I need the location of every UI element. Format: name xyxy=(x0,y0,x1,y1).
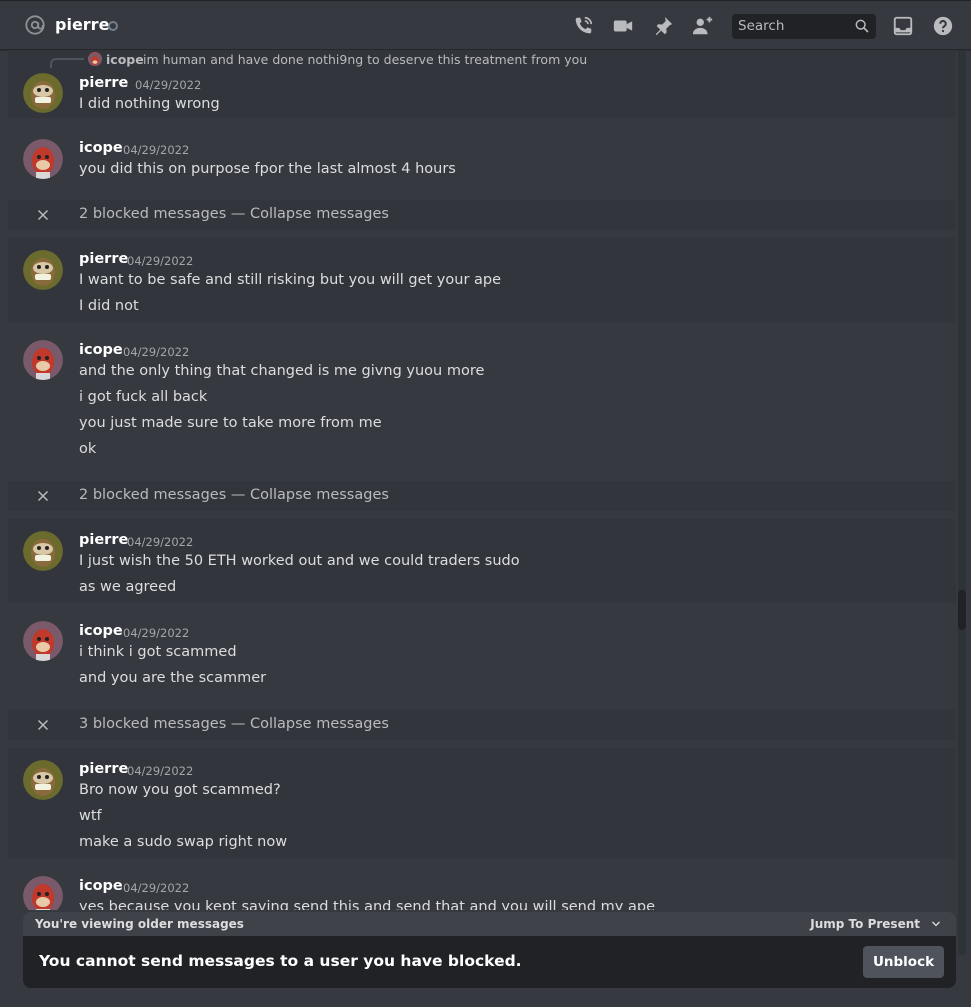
older-messages-label: You're viewing older messages xyxy=(35,917,244,931)
blocked-messages-label: 2 blocked messages — Collapse messages xyxy=(79,487,389,503)
message-group: icope 04/29/2022 and the only thing that… xyxy=(8,330,956,470)
blocked-count: 2 blocked messages xyxy=(79,206,227,222)
message-group: icope 04/29/2022 you did this on purpose… xyxy=(8,130,956,188)
message-text: ok xyxy=(79,441,97,457)
search-placeholder: Search xyxy=(738,18,785,34)
message-timestamp: 04/29/2022 xyxy=(123,143,190,157)
avatar[interactable] xyxy=(23,760,63,800)
reply-avatar[interactable] xyxy=(88,52,102,66)
message-group: pierre 04/29/2022 Bro now you got scamme… xyxy=(8,748,956,858)
add-friend-icon[interactable] xyxy=(692,15,714,37)
message-author[interactable]: icope xyxy=(79,878,123,894)
jump-to-present-button[interactable]: Jump To Present xyxy=(810,917,920,931)
avatar[interactable] xyxy=(23,73,63,113)
message-text: wtf xyxy=(79,808,102,824)
search-icon xyxy=(855,19,869,33)
blocked-messages-bar[interactable]: 2 blocked messages — Collapse messages xyxy=(8,200,956,230)
message-text: as we agreed xyxy=(79,579,177,595)
message-author[interactable]: icope xyxy=(79,623,123,639)
separator: — xyxy=(226,487,250,503)
avatar[interactable] xyxy=(23,876,63,910)
message-text: and the only thing that changed is me gi… xyxy=(79,363,485,379)
blocked-composer: You cannot send messages to a user you h… xyxy=(23,936,956,988)
message-group: icope 04/29/2022 i think i got scammed a… xyxy=(8,611,956,701)
scrollbar-thumb[interactable] xyxy=(958,590,966,630)
chevron-down-icon[interactable] xyxy=(930,918,942,930)
blocked-messages-bar[interactable]: 2 blocked messages — Collapse messages xyxy=(8,481,956,511)
close-icon[interactable] xyxy=(34,487,52,505)
pin-icon[interactable] xyxy=(652,15,674,37)
message-author[interactable]: pierre xyxy=(79,532,128,548)
reply-author[interactable]: icope xyxy=(106,52,144,67)
message-author[interactable]: icope xyxy=(79,342,123,358)
search-input[interactable]: Search xyxy=(732,14,876,39)
message-timestamp: 04/29/2022 xyxy=(135,78,202,92)
message-text: yes because you kept saying send this an… xyxy=(79,899,655,910)
channel-header: pierre Search xyxy=(0,0,971,50)
avatar[interactable] xyxy=(23,139,63,179)
blocked-count: 3 blocked messages xyxy=(79,716,227,732)
message-group: pierre 04/29/2022 I want to be safe and … xyxy=(8,238,956,322)
message-timestamp: 04/29/2022 xyxy=(123,626,190,640)
unblock-button[interactable]: Unblock xyxy=(863,946,944,978)
reply-spine xyxy=(50,58,84,68)
older-messages-bar: You're viewing older messages Jump To Pr… xyxy=(23,912,956,937)
message-text: i think i got scammed xyxy=(79,644,237,660)
avatar[interactable] xyxy=(23,621,63,661)
separator: — xyxy=(226,716,250,732)
separator: — xyxy=(226,206,250,222)
message-author[interactable]: pierre xyxy=(79,251,128,267)
blocked-messages-label: 3 blocked messages — Collapse messages xyxy=(79,716,389,732)
avatar[interactable] xyxy=(23,340,63,380)
message-group: pierre 04/29/2022 I just wish the 50 ETH… xyxy=(8,519,956,603)
inbox-icon[interactable] xyxy=(892,15,914,37)
channel-title: pierre xyxy=(55,15,110,34)
message-timestamp: 04/29/2022 xyxy=(123,345,190,359)
offline-status-icon xyxy=(108,21,118,31)
phone-call-icon[interactable] xyxy=(572,15,594,37)
message-text: and you are the scammer xyxy=(79,670,267,686)
message-timestamp: 04/29/2022 xyxy=(127,254,194,268)
scrollbar-track[interactable] xyxy=(958,50,966,955)
message-timestamp: 04/29/2022 xyxy=(127,535,194,549)
message-text: I just wish the 50 ETH worked out and we… xyxy=(79,553,520,569)
blocked-messages-bar[interactable]: 3 blocked messages — Collapse messages xyxy=(8,710,956,740)
collapse-messages-link[interactable]: Collapse messages xyxy=(250,716,389,732)
avatar[interactable] xyxy=(23,250,63,290)
message-author[interactable]: pierre xyxy=(79,75,128,91)
blocked-messages-label: 2 blocked messages — Collapse messages xyxy=(79,206,389,222)
message-text: make a sudo swap right now xyxy=(79,834,288,850)
close-icon[interactable] xyxy=(34,206,52,224)
message-text: Bro now you got scammed? xyxy=(79,782,281,798)
message-text: you did this on purpose fpor the last al… xyxy=(79,161,456,177)
message-group: icope im human and have done nothi9ng to… xyxy=(8,50,956,118)
message-text: I did nothing wrong xyxy=(79,96,220,112)
message-timestamp: 04/29/2022 xyxy=(127,764,194,778)
message-text: you just made sure to take more from me xyxy=(79,415,382,431)
message-text: I did not xyxy=(79,298,139,314)
blocked-count: 2 blocked messages xyxy=(79,487,227,503)
message-timestamp: 04/29/2022 xyxy=(123,881,190,895)
help-icon[interactable] xyxy=(932,15,954,37)
at-icon xyxy=(25,15,45,35)
message-author[interactable]: pierre xyxy=(79,761,128,777)
message-group: icope 04/29/2022 yes because you kept sa… xyxy=(8,866,956,910)
collapse-messages-link[interactable]: Collapse messages xyxy=(250,487,389,503)
avatar[interactable] xyxy=(23,531,63,571)
message-author[interactable]: icope xyxy=(79,140,123,156)
close-icon[interactable] xyxy=(34,716,52,734)
video-call-icon[interactable] xyxy=(612,15,634,37)
message-list: icope im human and have done nothi9ng to… xyxy=(0,50,956,910)
collapse-messages-link[interactable]: Collapse messages xyxy=(250,206,389,222)
blocked-notice: You cannot send messages to a user you h… xyxy=(39,952,522,970)
message-text: I want to be safe and still risking but … xyxy=(79,272,502,288)
reply-preview[interactable]: im human and have done nothi9ng to deser… xyxy=(143,52,587,67)
message-text: i got fuck all back xyxy=(79,389,208,405)
